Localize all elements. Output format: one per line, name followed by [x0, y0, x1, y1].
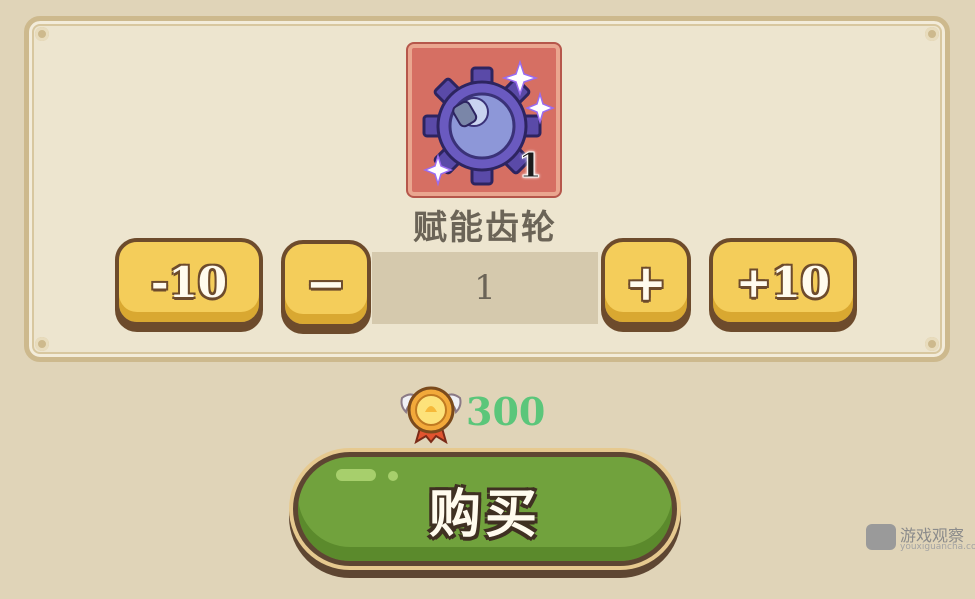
item-count: 1 [518, 146, 543, 187]
panel-corner-rivet [35, 27, 49, 41]
purchase-dialog: 1 赋能齿轮 -10 − + +10 300 购买 游戏观察 youxiguan… [0, 0, 975, 599]
plus-button[interactable]: + [601, 238, 691, 326]
item-name: 赋能齿轮 [413, 208, 557, 248]
watermark-logo-icon [866, 524, 896, 550]
buy-button-label: 购买 [428, 484, 541, 545]
medal-coin-icon [400, 386, 462, 444]
watermark: 游戏观察 youxiguancha.com [866, 520, 975, 556]
panel-corner-rivet [925, 337, 939, 351]
price-amount: 300 [466, 389, 546, 434]
minus-button[interactable]: − [281, 240, 371, 328]
item-card: 1 [408, 44, 560, 196]
button-shine [388, 471, 398, 481]
quantity-input[interactable] [372, 252, 598, 324]
plus-10-button[interactable]: +10 [709, 238, 857, 326]
buy-button[interactable]: 购买 [293, 452, 677, 566]
minus-10-button[interactable]: -10 [115, 238, 263, 326]
button-shine [336, 469, 376, 481]
panel-corner-rivet [925, 27, 939, 41]
panel-corner-rivet [35, 337, 49, 351]
watermark-subtext: youxiguancha.com [900, 542, 975, 552]
